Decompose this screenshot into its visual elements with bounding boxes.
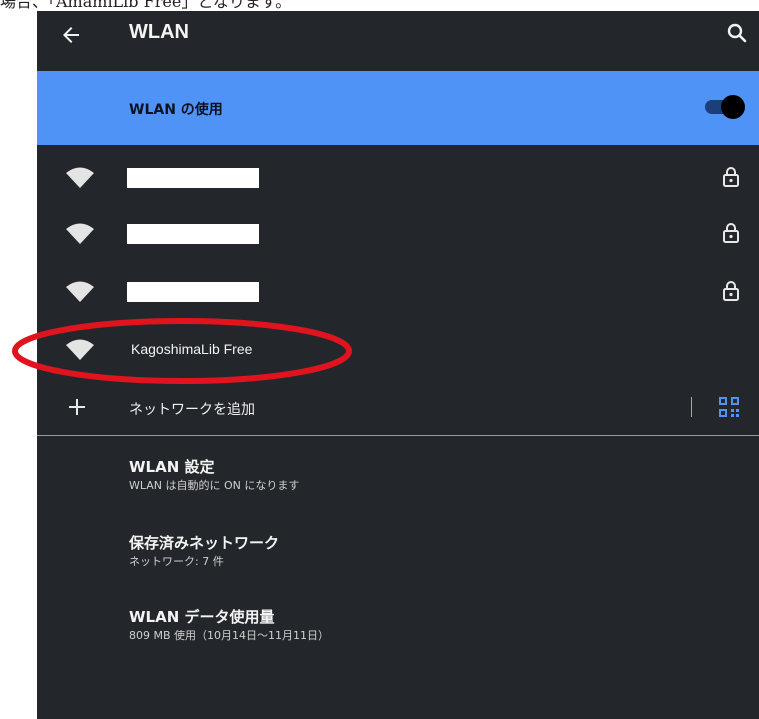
network-item-kagoshimalib[interactable]: KagoshimaLib Free: [37, 321, 759, 379]
ssid-label: KagoshimaLib Free: [131, 341, 253, 357]
setting-subtitle: WLAN は自動的に ON になります: [129, 479, 300, 492]
wifi-icon: [66, 339, 94, 360]
wifi-icon: [66, 167, 94, 188]
ssid-redacted: [127, 168, 259, 188]
setting-subtitle: ネットワーク: 7 件: [129, 555, 224, 568]
wlan-settings-screen: WLAN WLAN の使用 KagoshimaLib Free ネットワークを追…: [37, 11, 759, 719]
setting-subtitle: 809 MB 使用（10月14日～11月11日）: [129, 629, 330, 642]
top-app-bar: WLAN: [37, 11, 759, 71]
page-title: WLAN: [129, 21, 189, 43]
wlan-settings-item[interactable]: WLAN 設定 WLAN は自動的に ON になります: [129, 457, 729, 495]
section-divider: [37, 435, 759, 436]
wlan-toggle-switch[interactable]: [705, 95, 745, 119]
setting-title: WLAN 設定: [129, 458, 215, 476]
lock-icon: [723, 223, 739, 243]
back-arrow-icon[interactable]: [59, 23, 83, 47]
ssid-redacted: [127, 224, 259, 244]
lock-icon: [723, 281, 739, 301]
setting-title: 保存済みネットワーク: [129, 534, 280, 552]
vertical-divider: [691, 397, 692, 417]
qr-code-icon[interactable]: [717, 395, 741, 419]
wlan-use-label: WLAN の使用: [129, 102, 223, 118]
switch-thumb: [721, 95, 745, 119]
wlan-use-toggle-row[interactable]: WLAN の使用: [37, 71, 759, 145]
lock-icon: [723, 167, 739, 187]
network-item-1[interactable]: [37, 149, 759, 207]
wifi-icon: [66, 223, 94, 244]
plus-icon: [69, 399, 85, 415]
wlan-data-usage-item[interactable]: WLAN データ使用量 809 MB 使用（10月14日～11月11日）: [129, 607, 729, 645]
ssid-redacted: [127, 282, 259, 302]
search-icon[interactable]: [725, 21, 749, 45]
network-item-2[interactable]: [37, 205, 759, 263]
setting-title: WLAN データ使用量: [129, 608, 275, 626]
network-item-3[interactable]: [37, 263, 759, 321]
wifi-icon: [66, 281, 94, 302]
add-network-row[interactable]: ネットワークを追加: [37, 379, 759, 435]
add-network-label: ネットワークを追加: [129, 402, 255, 418]
saved-networks-item[interactable]: 保存済みネットワーク ネットワーク: 7 件: [129, 533, 729, 571]
